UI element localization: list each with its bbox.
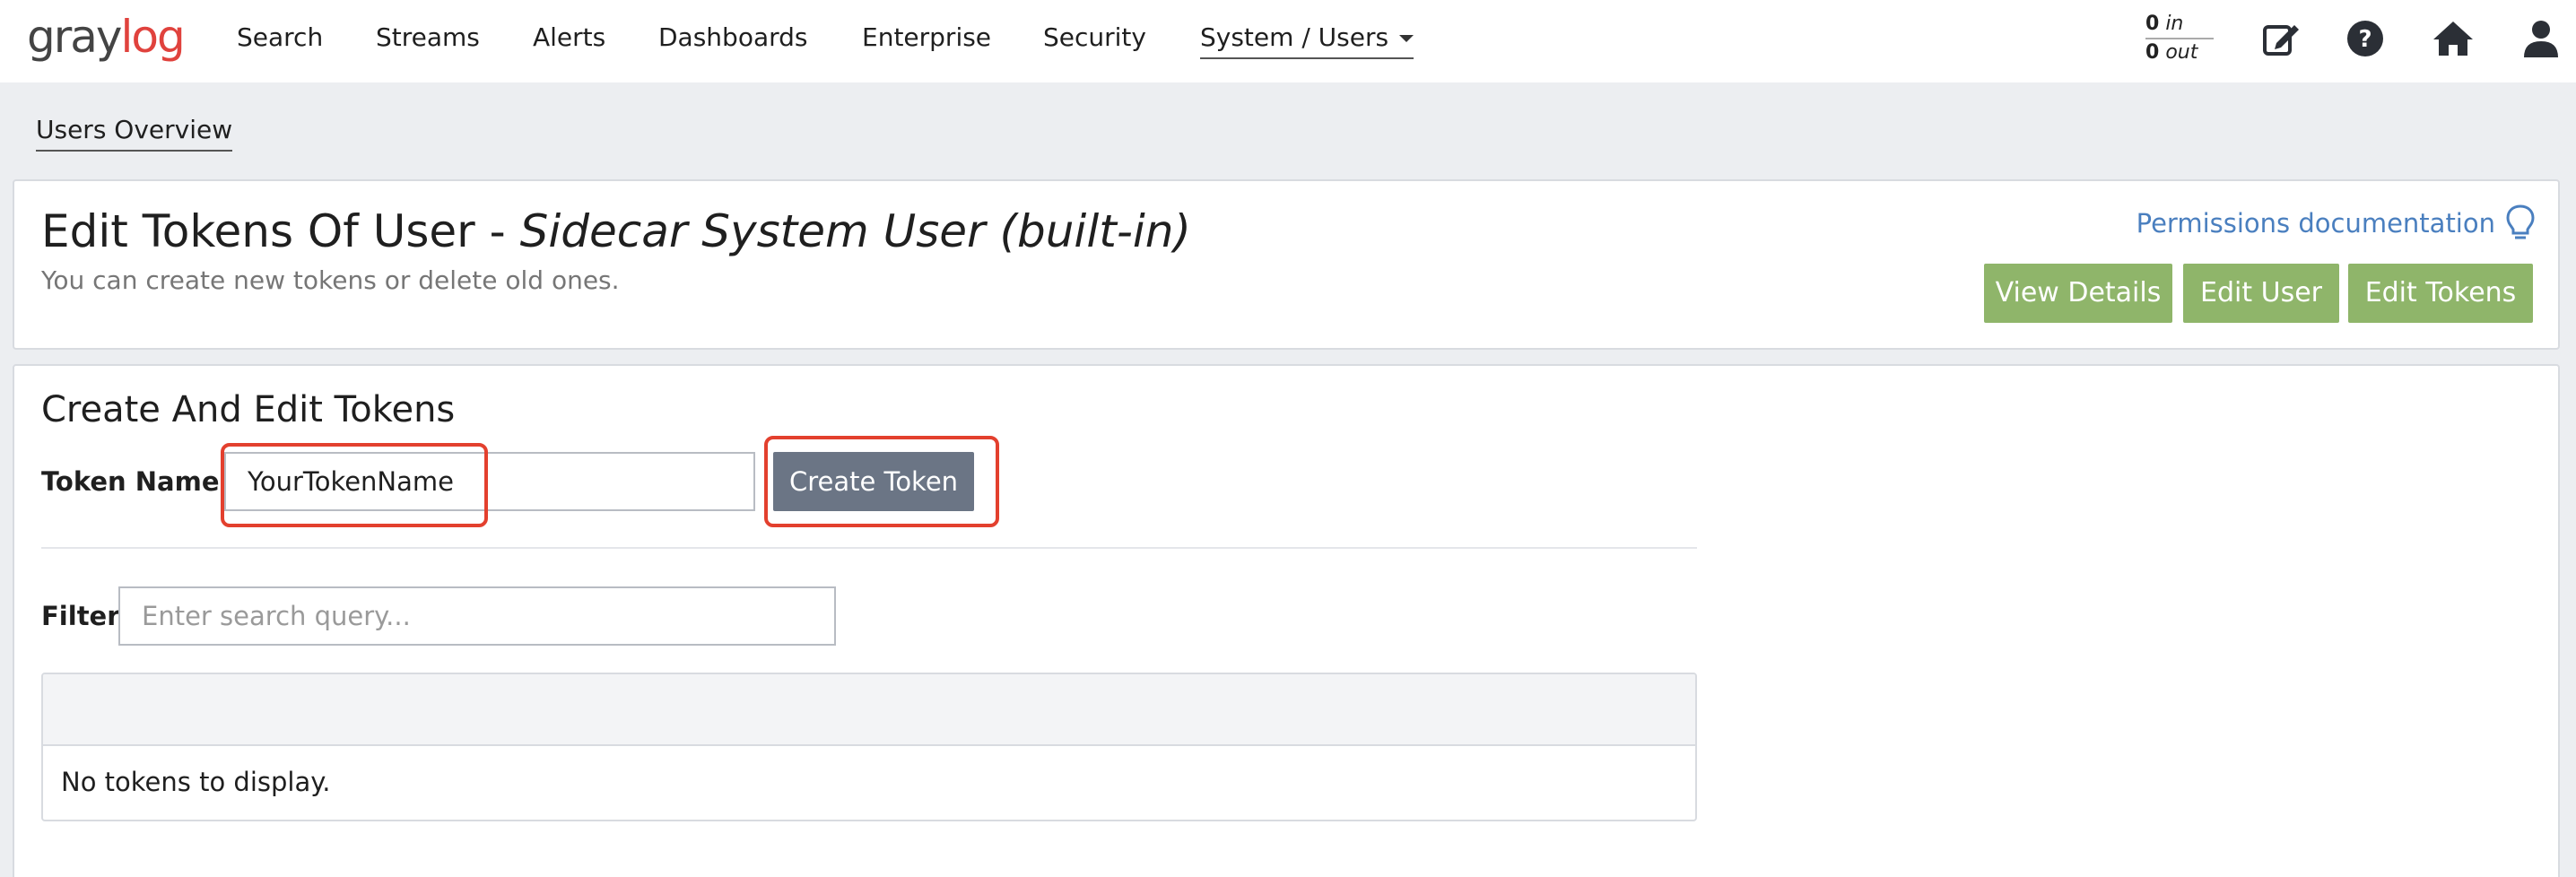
- edit-tokens-button[interactable]: Edit Tokens: [2348, 264, 2533, 323]
- page-subtitle: You can create new tokens or delete old …: [41, 265, 620, 295]
- token-name-label: Token Name: [41, 466, 220, 497]
- edit-note-icon[interactable]: [2257, 14, 2305, 63]
- filter-search-input[interactable]: Enter search query...: [118, 586, 836, 646]
- user-icon[interactable]: [2517, 14, 2565, 63]
- page-header-panel: Edit Tokens Of User - Sidecar System Use…: [13, 179, 2560, 350]
- nav-security[interactable]: Security: [1043, 20, 1146, 56]
- nav-search[interactable]: Search: [237, 20, 323, 56]
- nav-alerts[interactable]: Alerts: [533, 20, 605, 56]
- logo-text-accent: log: [120, 11, 186, 63]
- form-divider: [41, 547, 1697, 549]
- help-circle-icon[interactable]: ?: [2341, 14, 2389, 63]
- tokens-table: No tokens to display.: [41, 673, 1697, 821]
- page-title: Edit Tokens Of User - Sidecar System Use…: [41, 203, 1191, 260]
- empty-tokens-message: No tokens to display.: [61, 767, 331, 797]
- nav-system-users-dropdown[interactable]: System / Users: [1200, 20, 1414, 59]
- page-title-username: Sidecar System User (built-in): [519, 205, 1191, 257]
- top-navbar: graylog Search Streams Alerts Dashboards…: [0, 0, 2576, 82]
- throughput-in: 0 in: [2145, 11, 2214, 39]
- lightbulb-icon[interactable]: [2502, 203, 2538, 242]
- nav-streams[interactable]: Streams: [376, 20, 480, 56]
- permissions-documentation-link[interactable]: Permissions documentation: [2137, 208, 2495, 239]
- edit-user-button[interactable]: Edit User: [2183, 264, 2339, 323]
- nav-system-users-label: System / Users: [1200, 22, 1389, 52]
- graylog-logo[interactable]: graylog: [27, 7, 186, 66]
- svg-text:?: ?: [2358, 26, 2371, 53]
- create-token-highlight: [764, 436, 999, 527]
- section-title: Create And Edit Tokens: [41, 389, 456, 430]
- nav-dashboards[interactable]: Dashboards: [658, 20, 808, 56]
- chevron-down-icon: [1399, 35, 1414, 42]
- throughput-out: 0 out: [2145, 41, 2198, 64]
- page-title-prefix: Edit Tokens Of User -: [41, 205, 520, 257]
- logo-text-main: gray: [27, 11, 123, 63]
- nav-enterprise[interactable]: Enterprise: [862, 20, 991, 56]
- home-icon[interactable]: [2429, 14, 2477, 63]
- filter-label: Filter: [41, 601, 120, 631]
- tokens-table-header: [43, 674, 1695, 746]
- token-name-highlight: [221, 443, 488, 527]
- throughput-indicator[interactable]: 0 in 0 out: [2145, 11, 2214, 66]
- users-overview-link[interactable]: Users Overview: [36, 115, 233, 152]
- tokens-panel: Create And Edit Tokens Token Name YourTo…: [13, 364, 2560, 877]
- view-details-button[interactable]: View Details: [1984, 264, 2172, 323]
